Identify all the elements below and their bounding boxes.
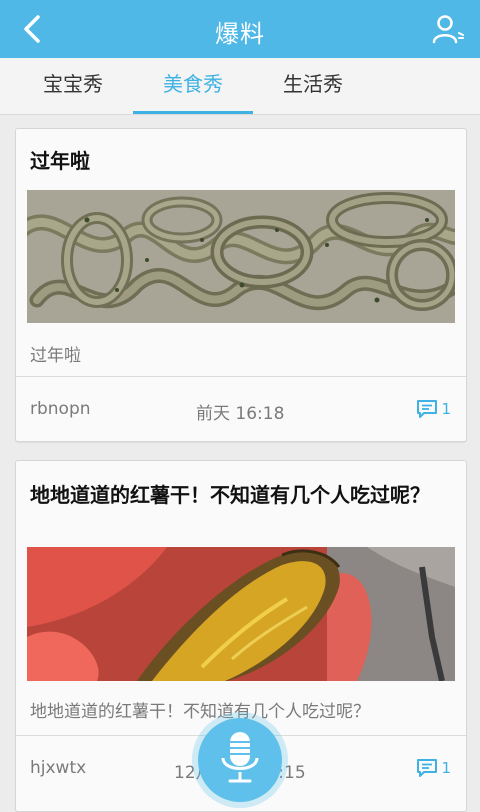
post-author[interactable]: rbnopn (30, 399, 91, 419)
category-tabs: 宝宝秀 美食秀 生活秀 (0, 58, 480, 115)
tab-food-show[interactable]: 美食秀 (133, 58, 253, 114)
post-description: 过年啦 (30, 346, 81, 366)
active-tab-indicator (133, 111, 253, 114)
tab-label: 美食秀 (163, 72, 223, 96)
post-author[interactable]: hjxwtx (30, 758, 86, 778)
homemade-noodles-photo[interactable] (27, 190, 455, 323)
microphone-icon (221, 732, 259, 783)
comment-icon[interactable] (416, 399, 438, 419)
comment-count: 1 (441, 759, 451, 777)
tab-label: 生活秀 (283, 72, 343, 96)
post-title: 过年啦 (30, 149, 90, 173)
comment-count: 1 (441, 400, 451, 418)
post-title: 地地道道的红薯干！不知道有几个人吃过呢？ (30, 483, 430, 507)
user-profile-icon[interactable] (432, 14, 464, 44)
tab-baby-show[interactable]: 宝宝秀 (13, 58, 133, 114)
post-footer: rbnopn 前天 16:18 1 (16, 376, 466, 441)
dried-sweet-potato-photo[interactable] (27, 547, 455, 681)
post-card[interactable]: 过年啦 过年啦 rbnopn 前天 16:18 1 (15, 128, 467, 442)
tab-life-show[interactable]: 生活秀 (253, 58, 373, 114)
page-title: 爆料 (215, 20, 265, 48)
tab-label: 宝宝秀 (43, 72, 103, 96)
post-time: 前天 16:18 (196, 404, 285, 424)
app-header: 爆料 (0, 0, 480, 58)
voice-record-button[interactable] (198, 718, 282, 802)
comment-icon[interactable] (416, 758, 438, 778)
